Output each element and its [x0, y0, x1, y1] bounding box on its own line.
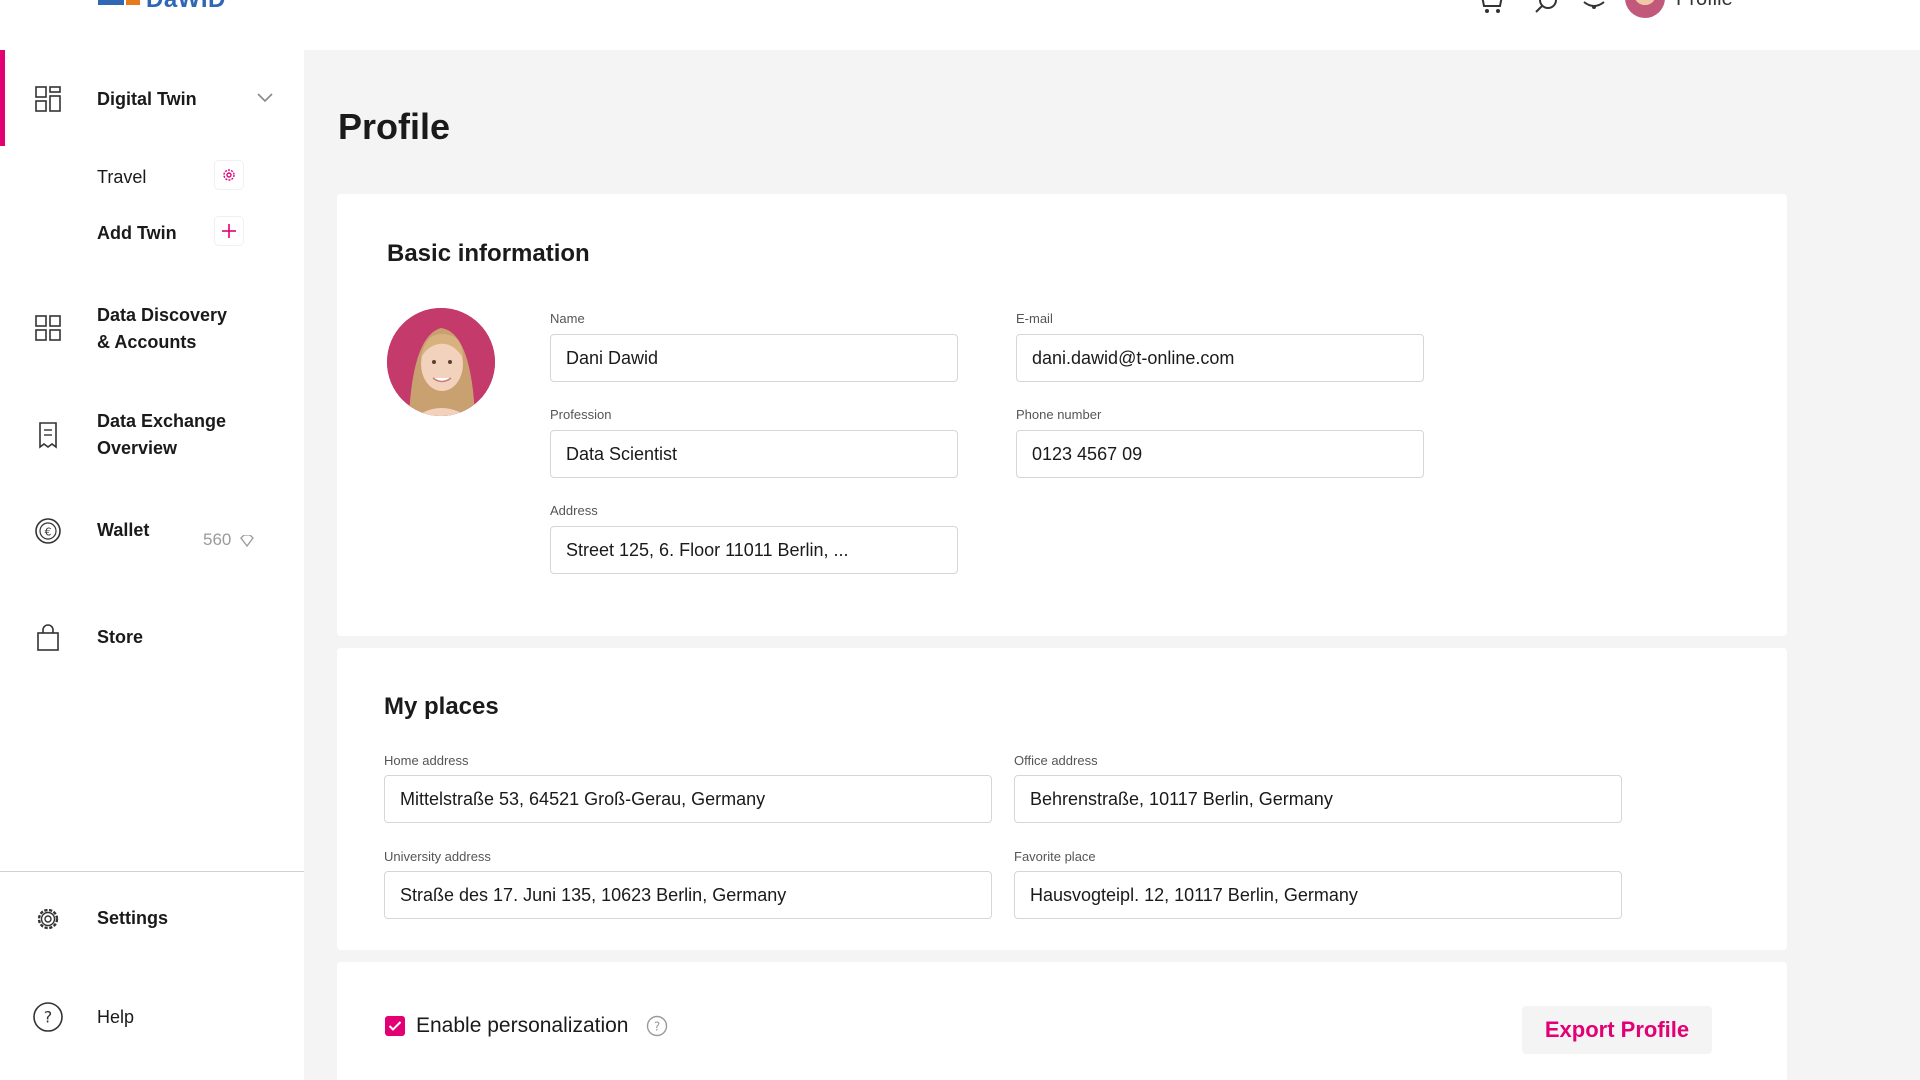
add-twin-button[interactable]: [215, 217, 243, 245]
svg-text:?: ?: [654, 1020, 660, 1034]
euro-coin-icon: €: [35, 518, 61, 544]
grid-icon: [35, 86, 61, 112]
name-field[interactable]: [550, 334, 958, 382]
svg-text:?: ?: [44, 1008, 53, 1027]
email-label: E-mail: [1016, 311, 1053, 326]
active-indicator: [0, 50, 5, 146]
help-icon: ?: [33, 1002, 63, 1032]
user-avatar[interactable]: [1625, 0, 1665, 18]
brand-name: DaWID: [146, 0, 226, 14]
cart-icon[interactable]: [1478, 0, 1506, 16]
bell-icon[interactable]: [1580, 0, 1608, 16]
my-places-title: My places: [384, 693, 499, 720]
sidebar-item-label: Data Exchange: [97, 411, 227, 431]
home-address-field[interactable]: [384, 775, 992, 823]
svg-text:€: €: [45, 526, 52, 539]
profession-field[interactable]: [550, 430, 958, 478]
grid-icon: [35, 315, 61, 341]
sidebar-item-label: Settings: [97, 908, 169, 928]
plus-icon: [222, 224, 236, 238]
sidebar-divider: [0, 871, 304, 872]
chevron-down-icon[interactable]: [256, 92, 274, 104]
profession-label: Profession: [550, 407, 612, 422]
phone-field[interactable]: [1016, 430, 1424, 478]
sidebar-item-label: Add Twin: [97, 223, 177, 243]
email-field[interactable]: [1016, 334, 1424, 382]
university-address-label: University address: [384, 849, 491, 864]
sidebar-item-label: Data Discovery: [97, 305, 228, 325]
page-title: Profile: [338, 106, 451, 147]
top-bar: DaWID Profile: [0, 0, 1920, 50]
shopping-bag-icon: [37, 624, 59, 651]
phone-label: Phone number: [1016, 407, 1102, 422]
sidebar-item-label: Store: [97, 627, 144, 647]
profile-photo-icon: [387, 308, 495, 416]
settings-gear-icon: [37, 908, 59, 930]
personalization-label: Enable personalization: [416, 1014, 629, 1037]
receipt-icon: [39, 422, 57, 449]
wallet-balance: 560: [203, 530, 232, 549]
office-address-label: Office address: [1014, 753, 1098, 768]
sidebar-item-label: Digital Twin: [97, 89, 197, 109]
sidebar-item-label: & Accounts: [97, 332, 197, 352]
profile-avatar[interactable]: [387, 308, 495, 416]
address-field[interactable]: [550, 526, 958, 574]
basic-information-title: Basic information: [387, 240, 590, 267]
brand-logo[interactable]: DaWID: [98, 0, 226, 14]
gear-icon: [223, 169, 235, 181]
travel-settings-button[interactable]: [215, 161, 243, 189]
name-label: Name: [550, 311, 585, 326]
search-icon[interactable]: [1532, 0, 1560, 16]
sidebar-item-label: Wallet: [97, 520, 150, 540]
university-address-field[interactable]: [384, 871, 992, 919]
question-icon[interactable]: ?: [646, 1015, 668, 1037]
sidebar-item-label: Help: [97, 1007, 135, 1027]
sidebar: Digital Twin Travel Add Twin Data Discov…: [0, 50, 304, 1080]
favorite-place-label: Favorite place: [1014, 849, 1096, 864]
logo-mark-icon: [98, 0, 140, 9]
office-address-field[interactable]: [1014, 775, 1622, 823]
check-icon: [388, 1021, 402, 1031]
personalization-checkbox[interactable]: [385, 1016, 405, 1036]
address-label: Address: [550, 503, 598, 518]
export-profile-button[interactable]: Export Profile: [1522, 1006, 1712, 1054]
favorite-place-field[interactable]: [1014, 871, 1622, 919]
home-address-label: Home address: [384, 753, 469, 768]
diamond-icon: [240, 535, 254, 547]
sidebar-item-label: Travel: [97, 167, 147, 187]
sidebar-item-label: Overview: [97, 438, 178, 458]
header-profile-label[interactable]: Profile: [1676, 0, 1733, 11]
